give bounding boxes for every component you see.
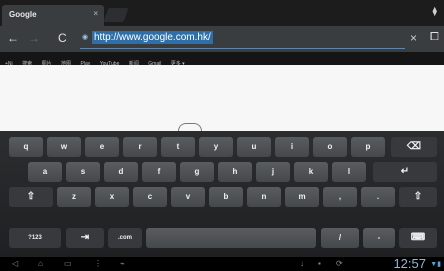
backspace-key[interactable]: ⌫ [391,137,437,157]
key-a[interactable]: a [28,162,62,182]
key-c[interactable]: c [133,187,167,207]
tab-title: Google [9,10,37,19]
key-x[interactable]: x [95,187,129,207]
key-slash[interactable]: / [321,228,359,248]
web-page-content [0,65,444,131]
wifi-battery-icon[interactable]: ▼▮ [430,260,441,268]
key-b[interactable]: b [209,187,243,207]
new-tab-button[interactable] [103,8,129,22]
key-o[interactable]: o [313,137,347,157]
key-i[interactable]: i [275,137,309,157]
key-l[interactable]: l [332,162,366,182]
address-bar: ← → C ◉ http://www.google.com.hk/ × ⧠ [0,26,444,52]
key-m[interactable]: m [285,187,319,207]
home-icon[interactable]: ⌂ [38,259,43,268]
sync-icon: ⟳ [336,259,343,268]
page-icon: ◉ [82,34,89,41]
dotcom-key[interactable]: .com [108,228,142,248]
url-text[interactable]: http://www.google.com.hk/ [92,31,213,44]
download-icon: ↓ [300,259,304,268]
shift-key-right[interactable]: ⇧ [399,187,437,207]
back-icon[interactable]: ← [7,31,19,45]
key-t[interactable]: t [161,137,195,157]
page-graphic [178,123,202,131]
clear-url-icon[interactable]: × [410,31,417,45]
key-s[interactable]: s [66,162,100,182]
url-underline [80,48,405,49]
space-key[interactable] [146,228,316,248]
bookmark-icon[interactable]: ⧠ [430,31,439,44]
forward-icon[interactable]: → [28,31,40,45]
key-comma[interactable]: , [323,187,357,207]
key-w[interactable]: w [47,137,81,157]
key-z[interactable]: z [57,187,91,207]
keyboard-settings-key[interactable]: ⌨ [399,228,437,248]
tab-key[interactable]: ⇥ [66,228,104,248]
key-r[interactable]: r [123,137,157,157]
url-field[interactable]: ◉ http://www.google.com.hk/ [80,31,405,49]
key-k[interactable]: k [294,162,328,182]
back-icon[interactable]: ◁ [12,259,18,268]
key-f[interactable]: f [142,162,176,182]
key-period[interactable]: . [361,187,395,207]
shift-key-left[interactable]: ⇧ [9,187,53,207]
symbols-key[interactable]: ?123 [9,228,61,248]
key-n[interactable]: n [247,187,281,207]
recent-apps-icon[interactable]: ▭ [64,259,72,268]
tab-close-icon[interactable]: × [93,9,98,18]
key-j[interactable]: j [256,162,290,182]
key-q[interactable]: q [9,137,43,157]
system-bar: ◁ ⌂ ▭ ⋮ ⌁ ↓ ▪ ⟳ 12:57 ▼▮ [0,256,444,271]
key-dash[interactable]: - [363,228,395,248]
notification-icon: ▪ [318,259,321,268]
tab-google[interactable]: Google × [2,5,104,26]
key-g[interactable]: g [180,162,214,182]
key-p[interactable]: p [351,137,385,157]
enter-key[interactable]: ↵ [373,162,437,182]
tab-menu-icon[interactable]: ⧫ [433,6,437,17]
on-screen-keyboard: q w e r t y u i o p ⌫ a s d f g h j k l … [0,131,444,257]
key-v[interactable]: v [171,187,205,207]
google-link-bar: +Ni 搜索 图片 地图 Play YouTube 新闻 Gmail 更多 ▾ [0,52,444,67]
key-d[interactable]: d [104,162,138,182]
reload-icon[interactable]: C [58,31,67,45]
key-y[interactable]: y [199,137,233,157]
key-u[interactable]: u [237,137,271,157]
tab-bar: Google × ⧫ [0,0,444,26]
key-e[interactable]: e [85,137,119,157]
menu-icon[interactable]: ⋮ [94,259,102,268]
clock[interactable]: 12:57 [393,256,426,271]
usb-icon: ⌁ [120,259,125,268]
key-h[interactable]: h [218,162,252,182]
